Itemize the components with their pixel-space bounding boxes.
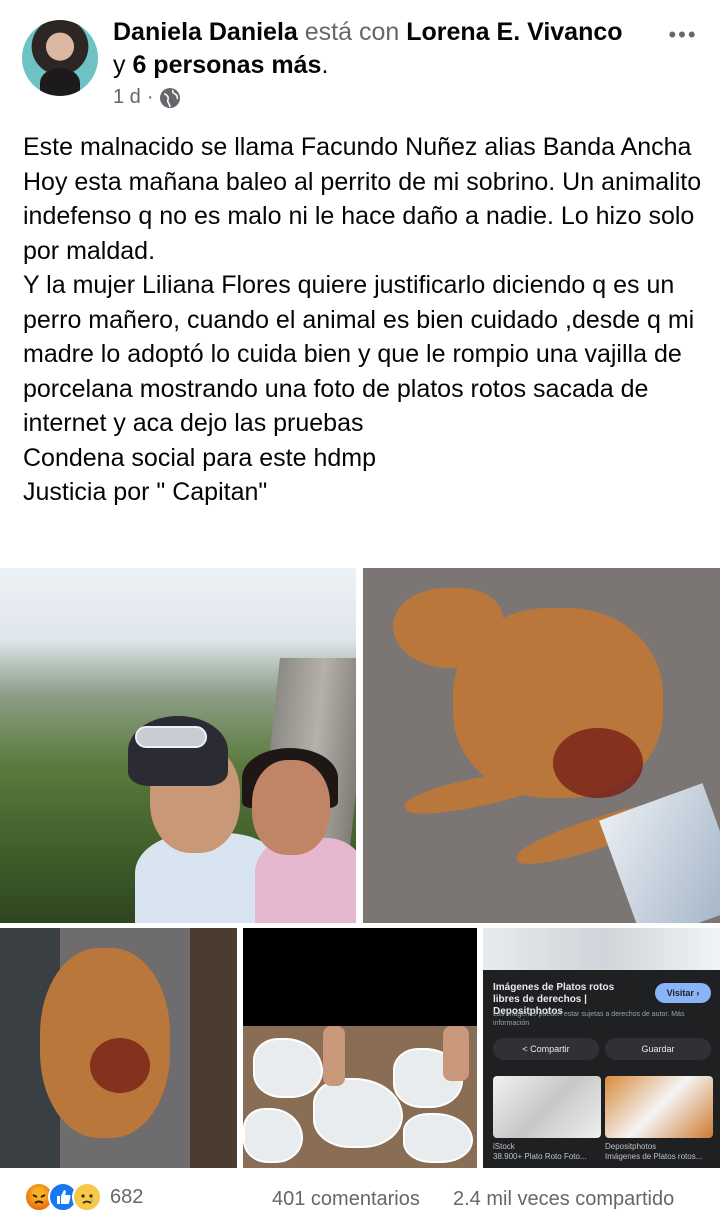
author-name[interactable]: Daniela Daniela (113, 18, 298, 46)
post-paragraph: Este malnacido se llama Facundo Nuñez al… (23, 133, 702, 265)
search-note: Las imágenes pueden estar sujetas a dere… (493, 1011, 685, 1027)
post-title-line: Daniela Daniela está con Lorena E. Vivan… (113, 16, 643, 82)
vehicle-part (599, 783, 720, 923)
plate-shard (403, 1113, 473, 1163)
reaction-count: 682 (110, 1185, 144, 1208)
hand (443, 1026, 469, 1081)
tagged-person[interactable]: Lorena E. Vivanco (406, 18, 622, 46)
post-paragraph: Condena social para este hdmp (23, 443, 377, 472)
search-top-image (483, 928, 720, 970)
photo-broken-plates[interactable] (243, 928, 477, 1168)
post-paragraph: Y la mujer Liliana Flores quiere justifi… (23, 271, 695, 437)
post-footer: 682 401 comentarios 2.4 mil veces compar… (0, 1176, 720, 1226)
and-text: y (113, 51, 126, 79)
wound (90, 1038, 150, 1093)
with-text: está con (304, 18, 400, 46)
post-body: Este malnacido se llama Facundo Nuñez al… (23, 130, 703, 510)
photo-search-screenshot[interactable]: Imágenes de Platos rotos libres de derec… (483, 928, 720, 1168)
photo-selfie[interactable] (0, 568, 356, 923)
share-button: < Compartir (493, 1038, 599, 1060)
post-paragraph: Justicia por " Capitan" (23, 478, 268, 506)
more-icon[interactable]: ••• (662, 24, 704, 46)
source-depositphotos: Depositphotos (605, 1142, 657, 1151)
hand (323, 1026, 345, 1086)
thumb-istock (493, 1076, 601, 1138)
globe-icon (159, 87, 181, 109)
post-meta: 1 d · (113, 86, 181, 109)
wooden-post (190, 928, 237, 1168)
others-link[interactable]: 6 personas más (132, 51, 321, 79)
shares-count[interactable]: 2.4 mil veces compartido (453, 1188, 674, 1211)
thumb-caption-1: iStock 38.900+ Plato Roto Foto... (493, 1142, 587, 1162)
save-button: Guardar (605, 1038, 711, 1060)
sad-reaction-icon (72, 1182, 102, 1212)
sunglasses (135, 726, 207, 748)
post-header: Daniela Daniela está con Lorena E. Vivan… (0, 0, 720, 120)
photo-dog-closeup[interactable] (0, 928, 237, 1168)
meta-separator: · (146, 86, 154, 108)
thumb-caption-2: Depositphotos Imágenes de Platos rotos..… (605, 1142, 702, 1162)
author-avatar[interactable] (22, 20, 98, 96)
period: . (321, 51, 329, 79)
caption-depositphotos: Imágenes de Platos rotos... (605, 1152, 703, 1161)
source-istock: iStock (493, 1142, 515, 1151)
photo-dog[interactable] (363, 568, 720, 923)
reaction-summary[interactable]: 682 (24, 1182, 143, 1212)
post-time[interactable]: 1 d (113, 86, 141, 109)
comments-count[interactable]: 401 comentarios (272, 1188, 420, 1211)
wound (553, 728, 643, 798)
dog-head (393, 588, 503, 668)
caption-istock: 38.900+ Plato Roto Foto... (493, 1152, 587, 1161)
thumb-depositphotos (605, 1076, 713, 1138)
woman-head (252, 760, 330, 855)
visit-button: Visitar › (655, 983, 711, 1003)
